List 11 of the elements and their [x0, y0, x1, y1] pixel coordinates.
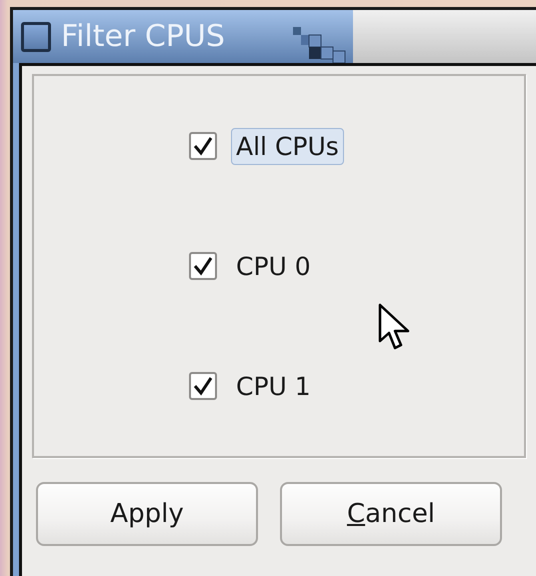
dialog-button[interactable]: Apply — [36, 482, 258, 546]
checkbox-label[interactable]: All CPUs — [231, 128, 344, 164]
checkbox[interactable] — [189, 372, 217, 400]
window-menu-icon[interactable] — [21, 22, 51, 52]
checkbox[interactable] — [189, 252, 217, 280]
window-title: Filter CPUS — [61, 19, 225, 54]
dialog-button[interactable]: Cancel — [280, 482, 502, 546]
checkbox-label[interactable]: CPU 1 — [231, 368, 316, 404]
checkbox-label[interactable]: CPU 0 — [231, 248, 316, 284]
mouse-cursor-icon — [378, 303, 412, 351]
checkbox[interactable] — [189, 132, 217, 160]
